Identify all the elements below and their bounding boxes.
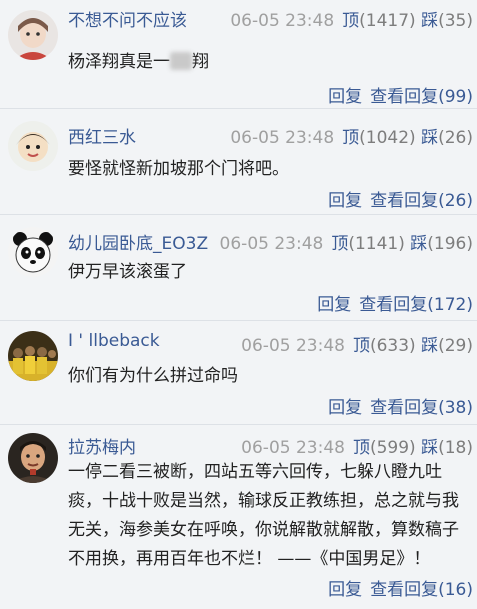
- avatar[interactable]: [8, 121, 58, 171]
- comment-meta: 06-05 23:48 顶(1417) 踩(35): [230, 6, 473, 31]
- comment-item: I ' llbeback 06-05 23:48 顶(633) 踩(29) 你们有…: [0, 321, 477, 425]
- censored-text: [170, 52, 192, 70]
- upvote-count: (1042): [359, 128, 416, 148]
- view-replies-link[interactable]: 查看回复(26): [370, 191, 473, 211]
- portrait-avatar-icon: [8, 433, 58, 483]
- comment-header: I ' llbeback 06-05 23:48 顶(633) 踩(29): [68, 327, 477, 356]
- comment-header: 不想不问不应该 06-05 23:48 顶(1417) 踩(35): [68, 6, 477, 32]
- downvote-button[interactable]: 踩: [421, 11, 438, 31]
- comment-item: 拉苏梅内 06-05 23:48 顶(599) 踩(18) 一停二看三被断，四站五…: [0, 425, 477, 609]
- comment-text: 伊万早该滚蛋了: [68, 262, 187, 282]
- comment-item: 不想不问不应该 06-05 23:48 顶(1417) 踩(35) 杨泽翔真是一翔…: [0, 0, 477, 109]
- downvote-count: (18): [438, 438, 473, 458]
- comment-text: 一停二看三被断，四站五等六回传，七躲八瞪九吐痰，十战十败是当然，输球反正教练担，…: [68, 462, 459, 569]
- team-photo-avatar-icon: [8, 331, 58, 381]
- comment-header: 西红三水 06-05 23:48 顶(1042) 踩(26): [68, 115, 477, 148]
- comment-header: 拉苏梅内 06-05 23:48 顶(599) 踩(18): [68, 431, 477, 458]
- avatar[interactable]: [8, 331, 58, 381]
- downvote-count: (29): [438, 336, 473, 356]
- upvote-count: (1141): [348, 234, 405, 254]
- timestamp: 06-05 23:48: [241, 336, 345, 356]
- panda-avatar-icon: [8, 227, 58, 277]
- view-replies-link[interactable]: 查看回复(99): [370, 87, 473, 107]
- comment-actions: 回复 查看回复(26): [320, 186, 473, 211]
- downvote-count: (196): [427, 234, 473, 254]
- timestamp: 06-05 23:48: [230, 11, 335, 31]
- comment-text: 杨泽翔真是一翔: [68, 52, 209, 72]
- username[interactable]: 拉苏梅内: [68, 433, 136, 458]
- upvote-count: (1417): [359, 11, 416, 31]
- downvote-count: (26): [438, 128, 473, 148]
- comment-text: 你们有为什么拼过命吗: [68, 366, 238, 386]
- upvote-button[interactable]: 顶: [353, 438, 370, 458]
- cartoon-avatar-icon: [8, 121, 58, 171]
- downvote-count: (35): [438, 11, 473, 31]
- comment-list: 不想不问不应该 06-05 23:48 顶(1417) 踩(35) 杨泽翔真是一翔…: [0, 0, 477, 609]
- reply-button[interactable]: 回复: [317, 295, 351, 315]
- comment-meta: 06-05 23:48 顶(1141) 踩(196): [220, 229, 473, 254]
- username[interactable]: 不想不问不应该: [68, 6, 187, 31]
- upvote-count: (633): [369, 336, 416, 356]
- comment-text: 要怪就怪新加坡那个门将吧。: [68, 159, 289, 179]
- comment-meta: 06-05 23:48 顶(599) 踩(18): [241, 433, 473, 458]
- comment-meta: 06-05 23:48 顶(1042) 踩(26): [230, 123, 473, 148]
- downvote-button[interactable]: 踩: [410, 234, 427, 254]
- comment-actions: 回复 查看回复(99): [320, 82, 473, 107]
- upvote-button[interactable]: 顶: [342, 11, 359, 31]
- baby-photo-avatar-icon: [8, 10, 58, 60]
- comment-item: 幼儿园卧底_EO3Z 06-05 23:48 顶(1141) 踩(196) 伊万早…: [0, 215, 477, 321]
- comment-actions: 回复 查看回复(16): [320, 575, 473, 600]
- upvote-button[interactable]: 顶: [342, 128, 359, 148]
- timestamp: 06-05 23:48: [219, 234, 324, 254]
- username[interactable]: 西红三水: [68, 123, 136, 148]
- timestamp: 06-05 23:48: [230, 128, 335, 148]
- downvote-button[interactable]: 踩: [421, 128, 438, 148]
- comment-meta: 06-05 23:48 顶(633) 踩(29): [241, 331, 473, 356]
- downvote-button[interactable]: 踩: [421, 336, 438, 356]
- upvote-button[interactable]: 顶: [331, 234, 348, 254]
- view-replies-link[interactable]: 查看回复(16): [370, 580, 473, 600]
- comment-header: 幼儿园卧底_EO3Z 06-05 23:48 顶(1141) 踩(196): [68, 221, 477, 254]
- reply-button[interactable]: 回复: [328, 87, 362, 107]
- username[interactable]: I ' llbeback: [68, 331, 160, 351]
- comment-actions: 回复 查看回复(172): [309, 290, 473, 315]
- avatar[interactable]: [8, 433, 58, 483]
- reply-button[interactable]: 回复: [328, 580, 362, 600]
- avatar[interactable]: [8, 227, 58, 277]
- comment-actions: 回复 查看回复(38): [320, 393, 473, 418]
- reply-button[interactable]: 回复: [328, 191, 362, 211]
- upvote-count: (599): [369, 438, 416, 458]
- reply-button[interactable]: 回复: [328, 398, 362, 418]
- comment-item: 西红三水 06-05 23:48 顶(1042) 踩(26) 要怪就怪新加坡那个门…: [0, 109, 477, 215]
- username[interactable]: 幼儿园卧底_EO3Z: [68, 229, 208, 254]
- timestamp: 06-05 23:48: [241, 438, 345, 458]
- avatar[interactable]: [8, 10, 58, 60]
- upvote-button[interactable]: 顶: [353, 336, 370, 356]
- view-replies-link[interactable]: 查看回复(172): [359, 295, 473, 315]
- downvote-button[interactable]: 踩: [421, 438, 438, 458]
- view-replies-link[interactable]: 查看回复(38): [370, 398, 473, 418]
